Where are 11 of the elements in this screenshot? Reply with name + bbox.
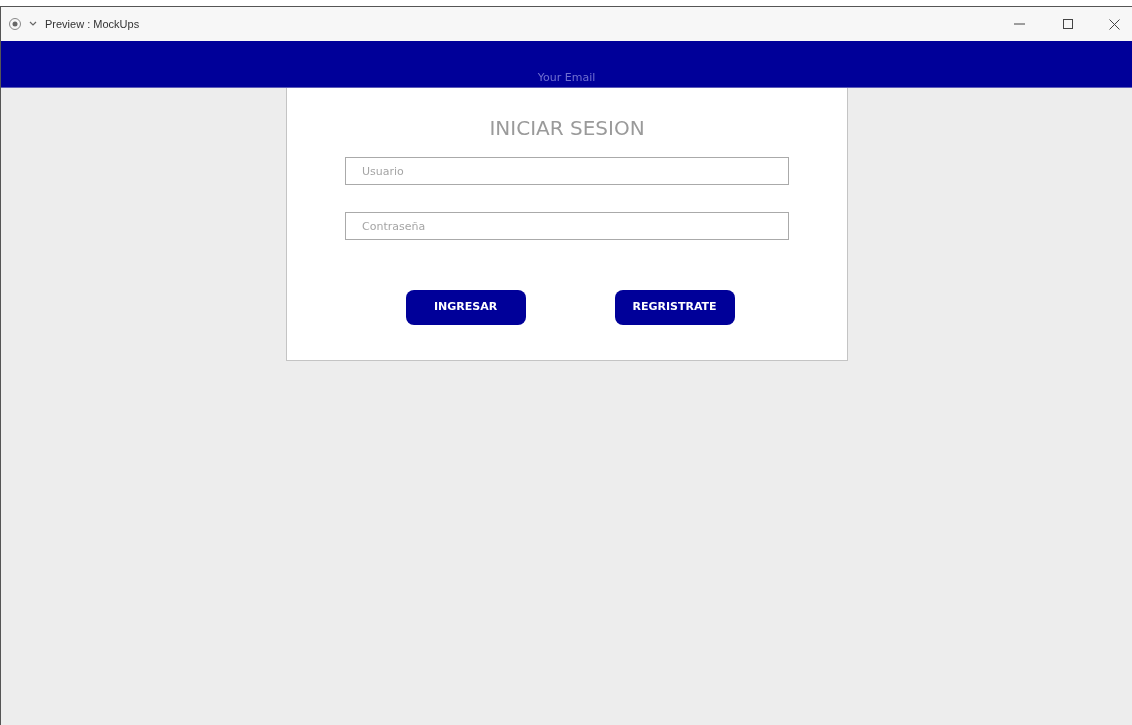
chevron-down-icon[interactable]	[29, 21, 37, 27]
login-title: INICIAR SESION	[489, 115, 645, 141]
maximize-icon[interactable]	[1063, 19, 1073, 29]
action-button[interactable]: INGRESAR	[405, 290, 526, 325]
close-icon[interactable]	[1109, 18, 1120, 30]
radio-icon[interactable]	[9, 18, 21, 30]
action-button[interactable]: REGRISTRATE	[614, 290, 735, 325]
text-field[interactable]: Contraseña	[345, 212, 789, 240]
text-field[interactable]: Usuario	[345, 157, 789, 185]
email-label: Your Email	[537, 72, 596, 83]
window-title: Preview : MockUps	[45, 16, 140, 32]
